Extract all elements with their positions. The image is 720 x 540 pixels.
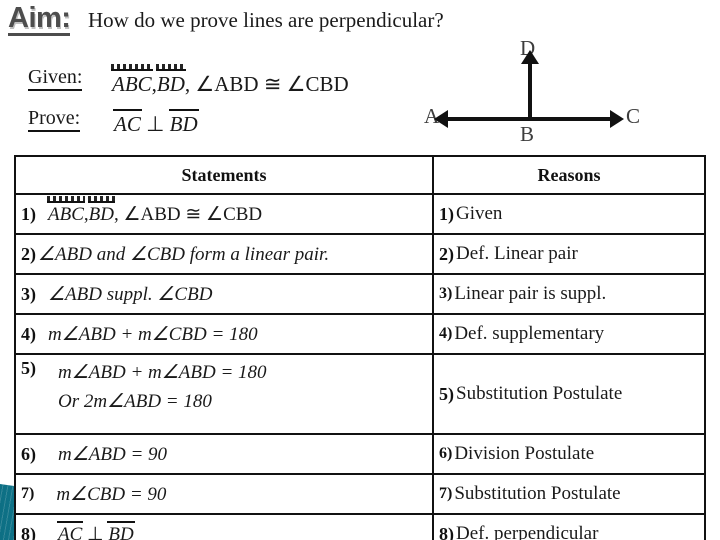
reason-cell-3: 3) Linear pair is suppl. — [432, 273, 706, 315]
statement-number-6: 6) — [21, 443, 36, 464]
reason-number-5: 5) — [439, 383, 454, 404]
statement-segment-bd: BD — [107, 521, 136, 540]
statement-number-5: 5) — [21, 358, 36, 378]
prove-expression: AC ⊥ BD — [113, 109, 199, 137]
statement-text-8: AC ⊥ BD — [36, 521, 136, 540]
slide-canvas: Aim: How do we prove lines are perpendic… — [0, 0, 720, 540]
statement-cell-3: 3) ∠ABD suppl. ∠CBD — [14, 273, 434, 315]
statement-text-4: m∠ABD + m∠CBD = 180 — [48, 323, 258, 345]
statement-angles-1: ∠ABD ≅ ∠CBD — [123, 204, 263, 225]
reason-text-1: Given — [456, 203, 503, 224]
table-row: 5) m∠ABD + m∠ABD = 180 Or 2m∠ABD = 180 5… — [14, 353, 706, 435]
statement-cell-2: 2) ∠ABD and ∠CBD form a linear pair. — [14, 233, 434, 275]
reason-number-7: 7) — [439, 485, 453, 502]
reason-cell-4: 4) Def. supplementary — [432, 313, 706, 355]
statement-cell-6: 6) m∠ABD = 90 — [14, 433, 434, 475]
given-line-abc: ABC — [111, 64, 153, 96]
reason-text-7: Substitution Postulate — [454, 483, 621, 504]
reason-text-4: Def. supplementary — [454, 323, 605, 344]
reason-text-6: Division Postulate — [454, 443, 595, 464]
prove-segment-bd: BD — [168, 109, 199, 136]
prove-label: Prove: — [28, 108, 81, 132]
table-header-row: Statements Reasons — [14, 155, 706, 195]
statement-number-3: 3) — [21, 283, 36, 304]
reason-text-5: Substitution Postulate — [456, 383, 623, 404]
statement-text-7: m∠CBD = 90 — [56, 483, 167, 505]
statement-text-5: m∠ABD + m∠ABD = 180 Or 2m∠ABD = 180 — [36, 358, 267, 417]
reason-text-2: Def. Linear pair — [456, 243, 578, 264]
statement-text-3: ∠ABD suppl. ∠CBD — [48, 283, 213, 305]
statement-line-abc: ABC — [47, 196, 85, 225]
statement-line-bd: BD — [87, 196, 116, 225]
diagram-arrowhead-right — [610, 110, 624, 128]
statement-cell-4: 4) m∠ABD + m∠CBD = 180 — [14, 313, 434, 355]
statement-5-line-1: m∠ABD + m∠ABD = 180 — [58, 362, 267, 383]
diagram-arrowhead-up — [521, 50, 539, 64]
statement-number-7: 7) — [21, 485, 35, 502]
table-row: 1) ABC,BD, ∠ABD ≅ ∠CBD 1) Given — [14, 193, 706, 235]
aim-question-text: How do we prove lines are perpendicular? — [88, 8, 444, 32]
reason-cell-2: 2) Def. Linear pair — [432, 233, 706, 275]
statement-cell-8: 8) AC ⊥ BD — [14, 513, 434, 540]
column-header-reasons: Reasons — [432, 155, 706, 195]
table-row: 7) m∠CBD = 90 7) Substitution Postulate — [14, 473, 706, 515]
reason-number-2: 2) — [439, 243, 454, 264]
diagram-ray-bd — [528, 61, 532, 121]
statement-perpendicular-symbol: ⊥ — [87, 524, 104, 540]
statement-text-1: ABC,BD, ∠ABD ≅ ∠CBD — [36, 196, 263, 226]
statement-text-2: ∠ABD and ∠CBD form a linear pair. — [38, 243, 330, 265]
reason-number-3: 3) — [439, 285, 453, 302]
reason-number-8: 8) — [439, 523, 454, 540]
statement-comma-2: , — [113, 204, 119, 225]
statement-cell-7: 7) m∠CBD = 90 — [14, 473, 434, 515]
two-column-proof-table: Statements Reasons 1) ABC,BD, ∠ABD ≅ ∠CB… — [14, 155, 706, 540]
table-row: 6) m∠ABD = 90 6) Division Postulate — [14, 433, 706, 475]
table-row: 4) m∠ABD + m∠CBD = 180 4) Def. supplemen… — [14, 313, 706, 355]
statement-cell-5: 5) m∠ABD + m∠ABD = 180 Or 2m∠ABD = 180 — [14, 353, 434, 435]
reason-cell-7: 7) Substitution Postulate — [432, 473, 706, 515]
reason-cell-6: 6) Division Postulate — [432, 433, 706, 475]
reason-cell-8: 8) Def. perpendicular — [432, 513, 706, 540]
statement-segment-ac: AC — [56, 521, 84, 540]
diagram-arrowhead-left — [434, 110, 448, 128]
reason-text-8: Def. perpendicular — [456, 523, 599, 540]
given-angle-congruence: ∠ABD ≅ ∠CBD — [195, 72, 349, 96]
table-row: 8) AC ⊥ BD 8) Def. perpendicular — [14, 513, 706, 540]
diagram-label-b: B — [520, 122, 535, 146]
reason-text-3: Linear pair is suppl. — [454, 283, 607, 304]
given-label: Given: — [28, 67, 83, 91]
statement-text-6: m∠ABD = 90 — [58, 443, 168, 465]
given-comma-2: , — [184, 72, 191, 96]
reason-cell-1: 1) Given — [432, 193, 706, 235]
reason-number-4: 4) — [439, 325, 453, 342]
column-header-statements: Statements — [14, 155, 434, 195]
reason-cell-5: 5) Substitution Postulate — [432, 353, 706, 435]
reason-number-6: 6) — [439, 445, 453, 462]
statement-number-4: 4) — [21, 323, 36, 344]
statement-cell-1: 1) ABC,BD, ∠ABD ≅ ∠CBD — [14, 193, 434, 235]
perpendicular-symbol: ⊥ — [146, 112, 165, 136]
prove-segment-ac: AC — [113, 109, 142, 136]
table-row: 2) ∠ABD and ∠CBD form a linear pair. 2) … — [14, 233, 706, 275]
reason-number-1: 1) — [439, 203, 454, 224]
given-line-bd: BD — [155, 64, 186, 96]
statement-number-1: 1) — [21, 203, 36, 224]
given-expression: ABC,BD, ∠ABD ≅ ∠CBD — [111, 64, 349, 97]
geometry-diagram: A B C D — [424, 36, 654, 148]
statement-number-2: 2) — [21, 243, 36, 264]
table-row: 3) ∠ABD suppl. ∠CBD 3) Linear pair is su… — [14, 273, 706, 315]
statement-number-8: 8) — [21, 523, 36, 540]
diagram-label-c: C — [626, 104, 641, 128]
aim-label: Aim: — [8, 2, 71, 36]
statement-5-line-2: Or 2m∠ABD = 180 — [58, 391, 212, 413]
